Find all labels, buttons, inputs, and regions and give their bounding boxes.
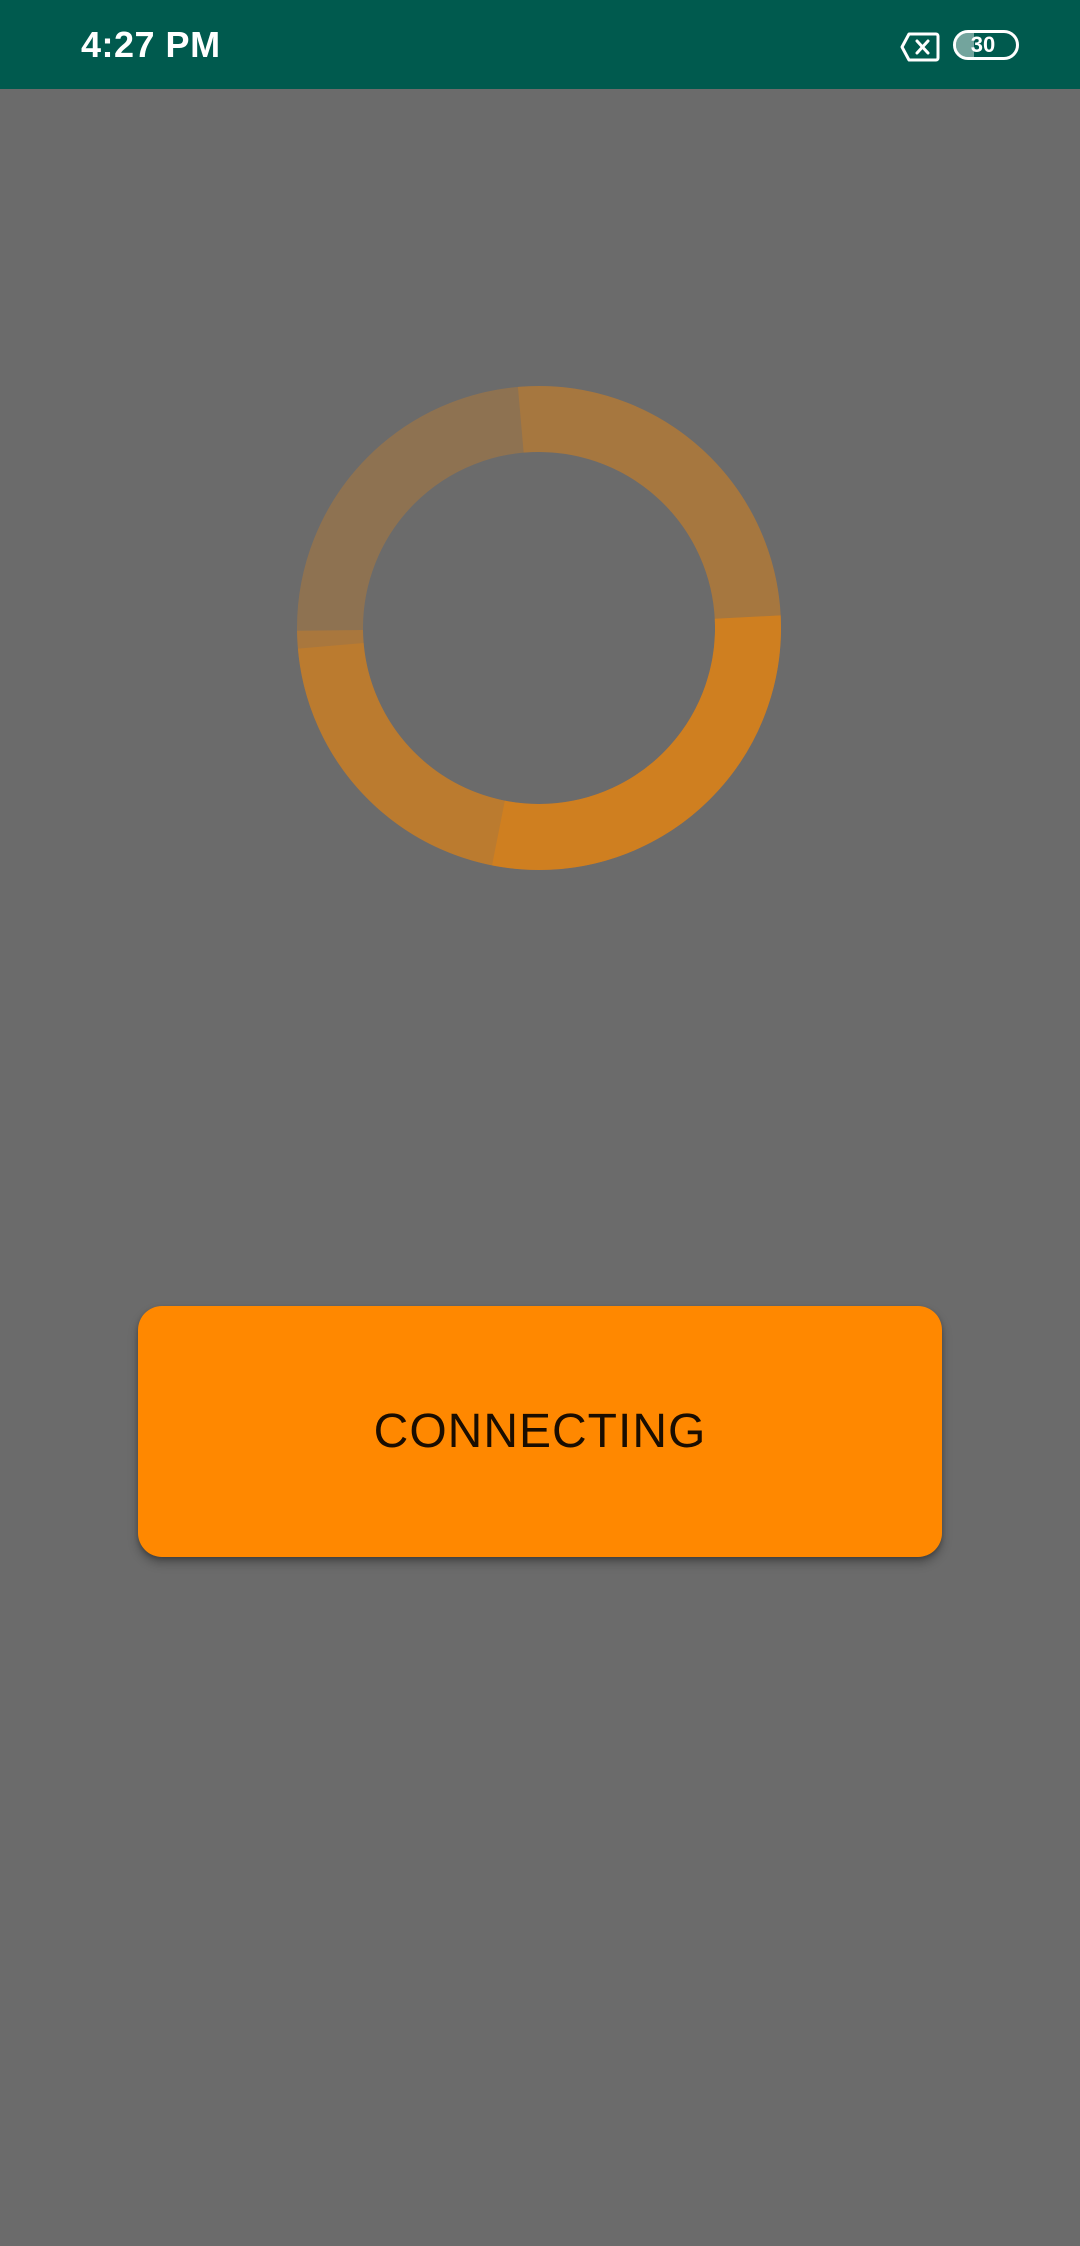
status-bar: 4:27 PM 30 [0,0,1080,89]
sim-error-icon [900,32,940,62]
battery-level: 30 [970,32,996,57]
connecting-button[interactable]: CONNECTING [138,1306,942,1557]
loading-spinner-icon [297,386,781,870]
status-time: 4:27 PM [81,24,221,65]
battery-icon: 30 [953,30,1019,60]
